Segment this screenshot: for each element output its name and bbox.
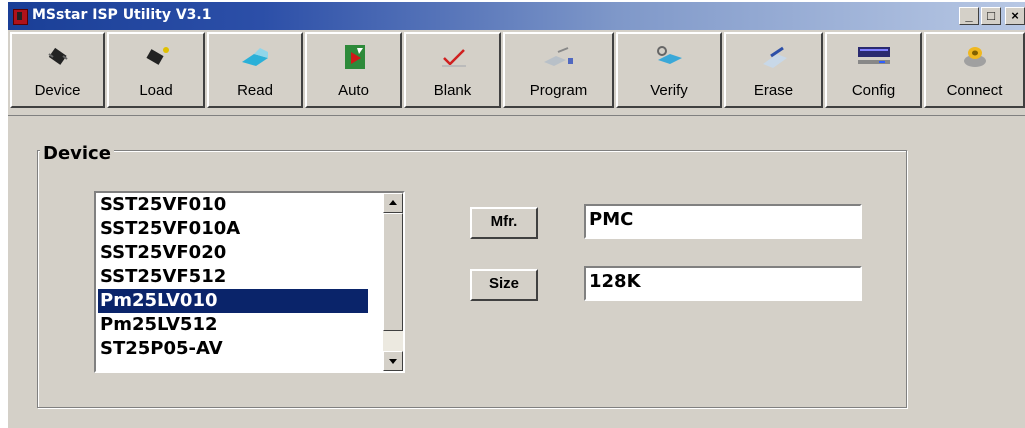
device-group-title: Device xyxy=(40,143,114,164)
chip-icon xyxy=(47,47,68,65)
erase-button-label: Erase xyxy=(753,82,794,99)
blank-button-label: Blank xyxy=(433,82,472,99)
auto-icon xyxy=(344,45,365,69)
scroll-up-arrow-icon[interactable] xyxy=(383,193,403,213)
device-button[interactable]: Device xyxy=(10,32,105,108)
load-button[interactable]: Load xyxy=(107,32,205,108)
list-item-selected[interactable]: Pm25LV010 xyxy=(98,289,368,313)
main-panel: Device SST25VF010 SST25VF010A SST25VF020… xyxy=(8,115,1025,428)
minimize-button[interactable]: _ xyxy=(959,7,979,25)
program-icon xyxy=(543,47,573,66)
chip-load-icon xyxy=(146,47,169,65)
scroll-down-arrow-icon[interactable] xyxy=(383,351,403,371)
program-button-label: Program xyxy=(529,82,588,99)
device-button-label: Device xyxy=(34,82,81,99)
program-button[interactable]: Program xyxy=(503,32,614,108)
config-button[interactable]: Config xyxy=(825,32,922,108)
window-title: MSstar ISP Utility V3.1 xyxy=(32,7,212,23)
close-button[interactable]: × xyxy=(1005,7,1025,25)
list-scrollbar[interactable] xyxy=(383,193,403,371)
config-icon xyxy=(857,47,890,64)
list-item[interactable]: Pm25LV512 xyxy=(98,313,368,337)
load-button-label: Load xyxy=(139,82,173,99)
title-bar[interactable]: MSstar ISP Utility V3.1 _ □ × xyxy=(8,2,1025,30)
connect-button-label: Connect xyxy=(946,82,1003,99)
scroll-thumb[interactable] xyxy=(383,213,403,331)
list-item[interactable]: SST25VF512 xyxy=(98,265,368,289)
config-button-label: Config xyxy=(851,82,896,99)
read-button[interactable]: Read xyxy=(207,32,303,108)
list-item[interactable]: SST25VF020 xyxy=(98,241,368,265)
list-item[interactable]: SST25VF010A xyxy=(98,217,368,241)
connect-button[interactable]: Connect xyxy=(924,32,1025,108)
size-field[interactable]: 128K xyxy=(584,266,862,301)
toolbar: Device Load Read Auto Blank Program Veri… xyxy=(8,30,1025,114)
auto-button[interactable]: Auto xyxy=(305,32,402,108)
auto-button-label: Auto xyxy=(338,82,369,99)
device-listbox[interactable]: SST25VF010 SST25VF010A SST25VF020 SST25V… xyxy=(94,191,405,373)
list-item[interactable]: ST25P05-AV xyxy=(98,337,368,361)
mfr-button[interactable]: Mfr. xyxy=(470,207,538,239)
verify-icon xyxy=(657,46,682,64)
connect-icon xyxy=(963,47,986,67)
app-window: MSstar ISP Utility V3.1 _ □ × Device Loa… xyxy=(8,2,1025,428)
erase-icon xyxy=(762,46,787,68)
size-button[interactable]: Size xyxy=(470,269,538,301)
list-item[interactable]: SST25VF010 xyxy=(98,193,368,217)
mfr-field[interactable]: PMC xyxy=(584,204,862,239)
blank-check-icon xyxy=(441,49,466,67)
read-button-label: Read xyxy=(237,82,273,99)
app-icon xyxy=(13,9,28,25)
verify-button[interactable]: Verify xyxy=(616,32,722,108)
read-icon xyxy=(242,48,268,66)
blank-button[interactable]: Blank xyxy=(404,32,501,108)
erase-button[interactable]: Erase xyxy=(724,32,823,108)
maximize-button[interactable]: □ xyxy=(981,7,1001,25)
verify-button-label: Verify xyxy=(650,82,688,99)
